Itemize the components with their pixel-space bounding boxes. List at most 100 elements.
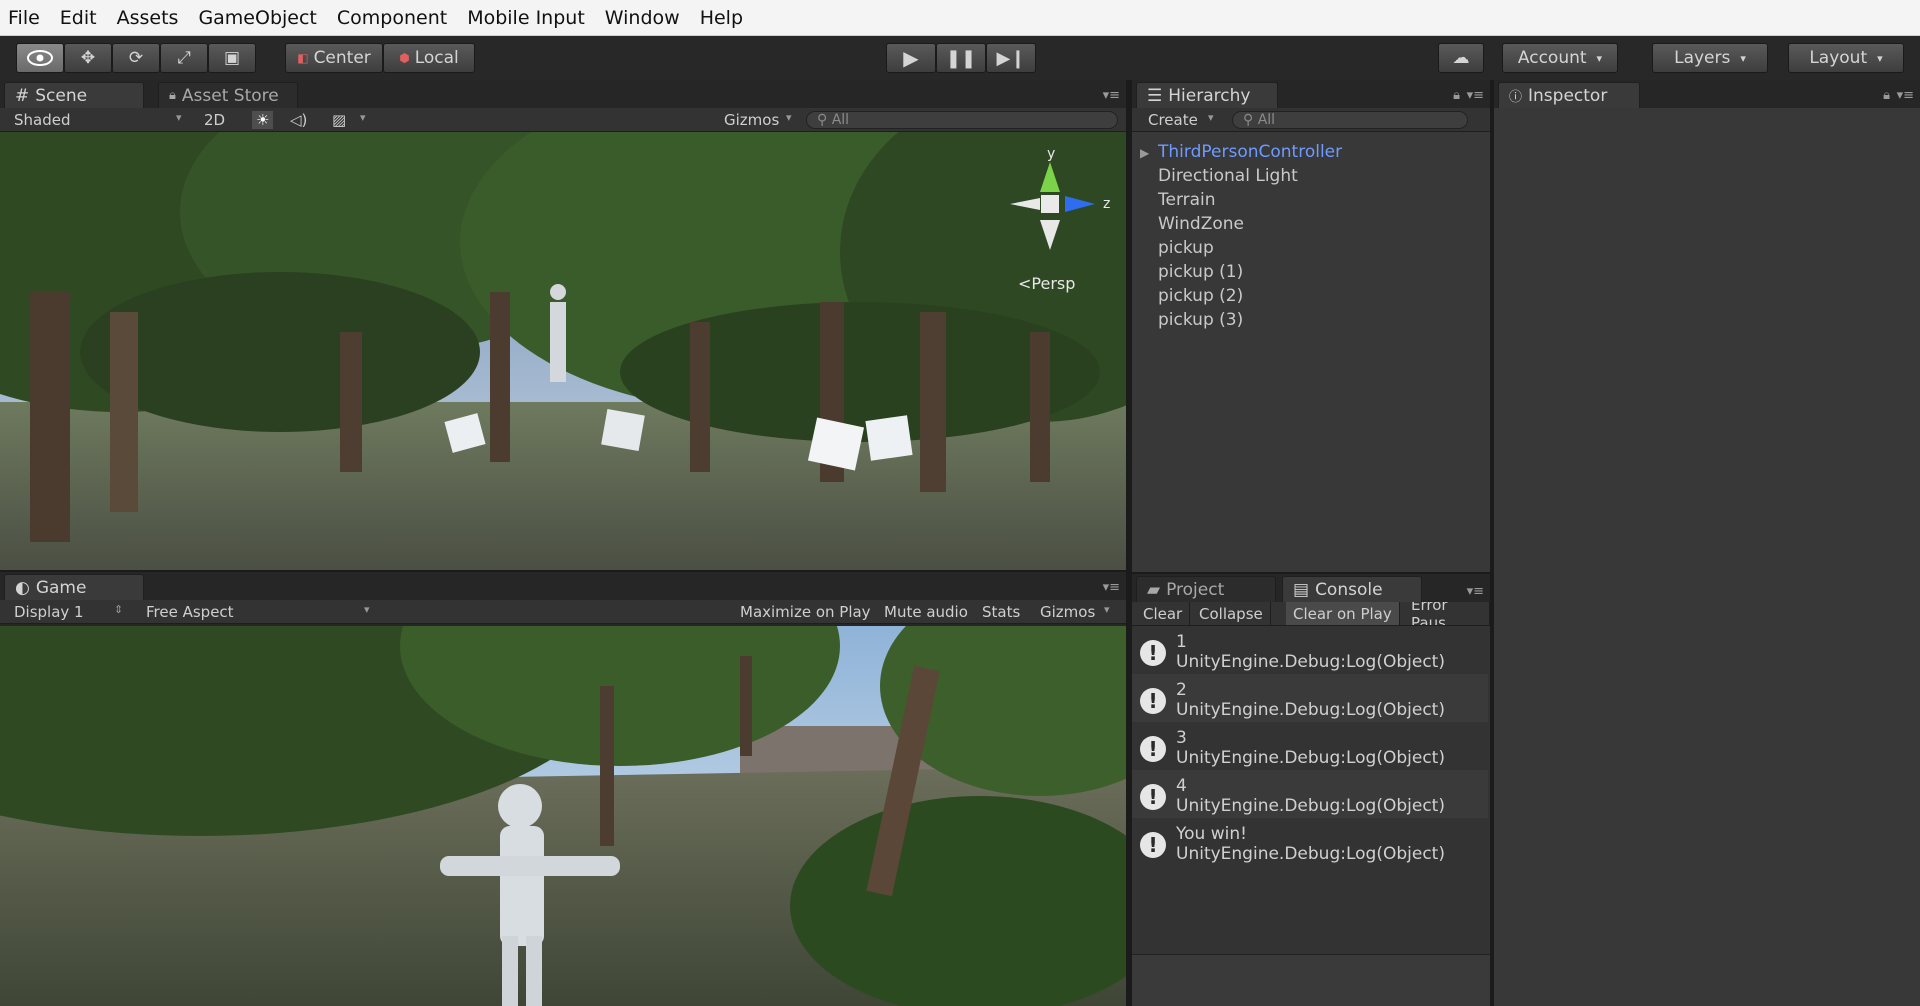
tab-game[interactable]: ◐ Game [4, 574, 144, 600]
rect-tool-button[interactable]: ▣ [208, 43, 256, 73]
bag-icon: 🔒︎ [169, 88, 176, 103]
hierarchy-item[interactable]: pickup [1158, 238, 1214, 258]
hierarchy-item[interactable]: WindZone [1158, 214, 1244, 234]
2d-toggle[interactable]: 2D [204, 111, 225, 129]
scene-viewport[interactable]: y z <Persp [0, 132, 1126, 570]
panel-menu-icon[interactable]: ▾≡ [1467, 88, 1484, 103]
warning-icon: ! [1140, 640, 1166, 666]
step-icon: ▶❙ [996, 47, 1026, 69]
menu-window[interactable]: Window [605, 7, 680, 29]
game-viewport[interactable] [0, 626, 1126, 1006]
console-detail-area [1132, 954, 1490, 1006]
eye-icon [27, 50, 53, 66]
hierarchy-item[interactable]: Directional Light [1158, 166, 1298, 186]
tab-asset-store[interactable]: 🔒︎ Asset Store [158, 82, 298, 108]
folder-icon: ▰ [1147, 579, 1161, 600]
menu-edit[interactable]: Edit [60, 7, 97, 29]
hierarchy-item[interactable]: pickup (1) [1158, 262, 1243, 282]
log-source: UnityEngine.Debug:Log(Object) [1176, 844, 1445, 864]
console-log-entry[interactable]: ! You win! UnityEngine.Debug:Log(Object) [1132, 818, 1488, 866]
account-dropdown[interactable]: Account [1502, 43, 1618, 73]
console-clear-button[interactable]: Clear [1136, 602, 1191, 625]
maximize-on-play-toggle[interactable]: Maximize on Play [740, 603, 871, 621]
layers-dropdown[interactable]: Layers [1652, 43, 1768, 73]
stats-toggle[interactable]: Stats [982, 603, 1020, 621]
panel-menu-icon[interactable]: ▾≡ [1467, 584, 1484, 599]
audio-toggle-icon[interactable]: ◁) [290, 111, 307, 129]
hierarchy-item[interactable]: Terrain [1158, 190, 1216, 210]
gizmos-dropdown-arrow-icon: ▾ [786, 111, 792, 124]
panel-menu-icon[interactable]: ▾≡ [1103, 88, 1120, 103]
console-control-strip: Clear Collapse Clear on Play Error Paus [1132, 602, 1490, 626]
console-collapse-button[interactable]: Collapse [1192, 602, 1271, 625]
pause-button[interactable]: ❚❚ [936, 43, 986, 73]
display-dropdown[interactable]: Display 1 [14, 603, 84, 621]
console-clear-on-play-toggle[interactable]: Clear on Play [1286, 602, 1400, 625]
log-source: UnityEngine.Debug:Log(Object) [1176, 796, 1445, 816]
menu-mobile-input[interactable]: Mobile Input [467, 7, 585, 29]
menu-component[interactable]: Component [337, 7, 447, 29]
menu-gameobject[interactable]: GameObject [198, 7, 316, 29]
lock-icon[interactable]: 🔒︎ [1883, 88, 1890, 103]
rotate-tool-button[interactable]: ⟳ [112, 43, 160, 73]
hierarchy-tabbar: ☰ Hierarchy 🔒︎ ▾≡ [1132, 80, 1490, 108]
menu-help[interactable]: Help [700, 7, 743, 29]
collab-cloud-button[interactable]: ☁ [1438, 43, 1484, 73]
menu-assets[interactable]: Assets [117, 7, 179, 29]
scale-tool-button[interactable]: ⤢ [160, 43, 208, 73]
rect-tool-icon: ▣ [223, 48, 241, 68]
step-button[interactable]: ▶❙ [986, 43, 1036, 73]
persp-arrow-icon: < [1018, 274, 1032, 293]
pivot-local-toggle[interactable]: ⬢ Local [383, 43, 475, 73]
scene-search-input[interactable]: ⚲ All [806, 111, 1118, 129]
console-log-entry[interactable]: ! 3 UnityEngine.Debug:Log(Object) [1132, 722, 1488, 770]
log-source: UnityEngine.Debug:Log(Object) [1176, 748, 1445, 768]
effects-toggle-icon[interactable]: ▨ [332, 111, 346, 129]
warning-icon: ! [1140, 688, 1166, 714]
scene-gizmos-dropdown[interactable]: Gizmos [724, 111, 779, 129]
layout-dropdown[interactable]: Layout [1788, 43, 1904, 73]
game-gizmos-dropdown[interactable]: Gizmos [1040, 603, 1095, 621]
play-button[interactable]: ▶ [886, 43, 936, 73]
aspect-dropdown-arrow-icon: ▾ [364, 603, 370, 616]
shading-mode-dropdown[interactable]: Shaded [14, 111, 71, 129]
pivot-center-toggle[interactable]: ◧ Center [285, 43, 383, 73]
lock-icon[interactable]: 🔒︎ [1453, 88, 1460, 103]
move-tool-button[interactable]: ✥ [64, 43, 112, 73]
main-toolbar: ✥ ⟳ ⤢ ▣ ◧ Center ⬢ Local ▶ ❚❚ ▶❙ ☁ Account… [0, 36, 1920, 80]
persp-label[interactable]: <Persp [1018, 274, 1075, 293]
tab-hierarchy[interactable]: ☰ Hierarchy [1136, 82, 1278, 108]
game-render [0, 626, 1126, 1006]
menu-file[interactable]: File [8, 7, 40, 29]
hierarchy-control-strip: Create ▾ ⚲ All [1132, 108, 1490, 132]
tab-console[interactable]: ▤ Console [1282, 576, 1422, 602]
panel-menu-icon[interactable]: ▾≡ [1897, 88, 1914, 103]
mute-audio-toggle[interactable]: Mute audio [884, 603, 968, 621]
console-log-entry[interactable]: ! 1 UnityEngine.Debug:Log(Object) [1132, 626, 1488, 674]
tab-project[interactable]: ▰ Project [1136, 576, 1276, 602]
warning-icon: ! [1140, 736, 1166, 762]
aspect-dropdown[interactable]: Free Aspect [146, 603, 234, 621]
log-source: UnityEngine.Debug:Log(Object) [1176, 700, 1445, 720]
hierarchy-item[interactable]: pickup (2) [1158, 286, 1243, 306]
expand-triangle-icon[interactable]: ▶ [1140, 146, 1149, 160]
lighting-toggle-icon[interactable]: ☀ [252, 111, 274, 129]
create-dropdown[interactable]: Create [1148, 111, 1198, 129]
console-log-entry[interactable]: ! 2 UnityEngine.Debug:Log(Object) [1132, 674, 1488, 722]
rotate-icon: ⟳ [128, 48, 144, 68]
grid-icon: # [15, 85, 30, 106]
panel-menu-icon[interactable]: ▾≡ [1103, 580, 1120, 595]
hierarchy-item[interactable]: pickup (3) [1158, 310, 1243, 330]
warning-icon: ! [1140, 832, 1166, 858]
view-tool-button[interactable] [16, 43, 64, 73]
log-message: 1 [1176, 632, 1187, 652]
effects-dropdown-icon[interactable]: ▾ [360, 111, 366, 124]
console-panel: ▰ Project ▤ Console ▾≡ Clear Collapse Clea… [1132, 574, 1490, 1006]
inspector-tabbar: ⓘ Inspector 🔒︎ ▾≡ [1494, 80, 1920, 108]
console-error-pause-toggle[interactable]: Error Paus [1404, 602, 1490, 625]
hierarchy-item-thirdpersoncontroller[interactable]: ThirdPersonController [1158, 142, 1342, 162]
hierarchy-search-input[interactable]: ⚲ All [1232, 111, 1468, 129]
tab-inspector[interactable]: ⓘ Inspector [1498, 82, 1640, 108]
console-log-entry[interactable]: ! 4 UnityEngine.Debug:Log(Object) [1132, 770, 1488, 818]
tab-scene[interactable]: # Scene [4, 82, 144, 108]
